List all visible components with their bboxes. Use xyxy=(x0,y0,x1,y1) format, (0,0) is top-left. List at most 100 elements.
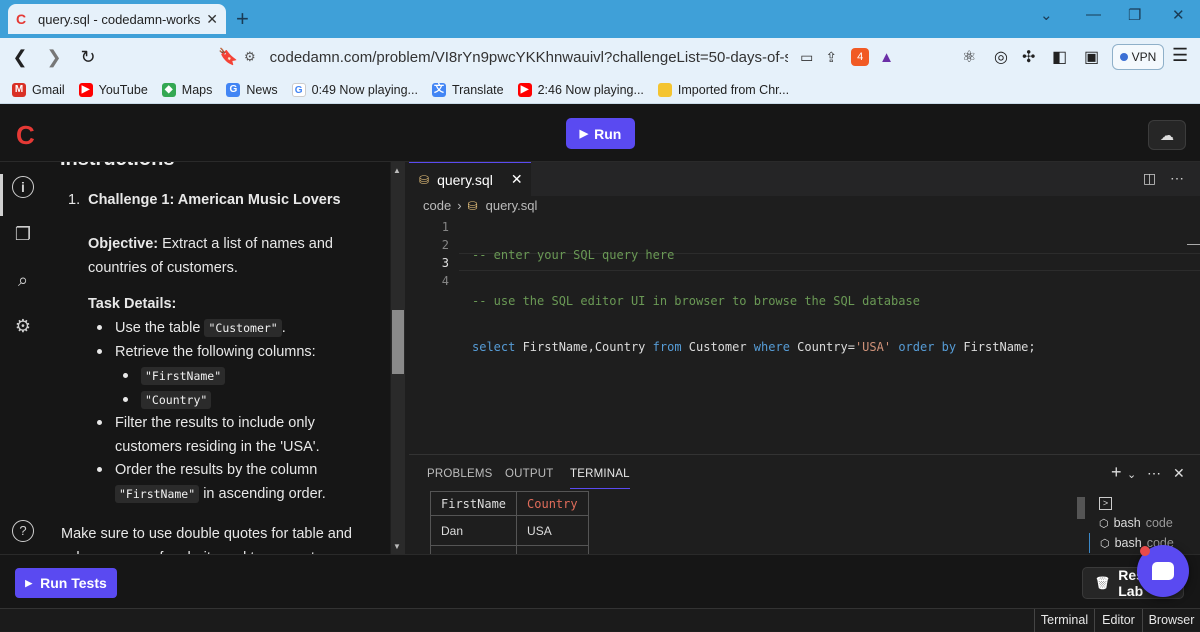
extensions-puzzle-icon[interactable]: ✣ xyxy=(1022,47,1035,67)
back-icon[interactable]: ❮ xyxy=(6,47,34,68)
share-icon[interactable]: ⇪ xyxy=(825,49,837,66)
bookmark-gmail[interactable]: M Gmail xyxy=(12,82,65,97)
task-item-order: Order the results by the column "FirstNa… xyxy=(115,462,326,503)
cloud-button[interactable]: ☁ xyxy=(1148,120,1186,150)
column-firstname: "FirstName" xyxy=(141,364,226,388)
split-editor-icon[interactable]: ◫ xyxy=(1143,170,1156,186)
bookmark-icon[interactable]: 🔖 xyxy=(214,47,242,67)
help-icon[interactable]: ? xyxy=(12,520,34,542)
more-actions-icon[interactable]: ⋯ xyxy=(1170,170,1184,186)
new-terminal-icon[interactable]: + xyxy=(1111,462,1122,483)
editor-tab-query-sql[interactable]: ⛁ query.sql ✕ xyxy=(409,162,531,196)
instructions-panel: Instructions 1.Challenge 1: American Mus… xyxy=(46,162,390,554)
terminal-prompt-icon-row[interactable]: > xyxy=(1089,493,1200,513)
editor-tab-label: query.sql xyxy=(437,171,493,188)
close-editor-tab-icon[interactable]: ✕ xyxy=(511,171,523,188)
wallet-icon[interactable]: ▣ xyxy=(1084,47,1099,67)
bullet xyxy=(97,325,102,330)
forward-icon[interactable]: ❯ xyxy=(40,47,68,68)
bookmark-now-playing-1[interactable]: G 0:49 Now playing... xyxy=(291,82,418,97)
breadcrumb: code › ⛁ query.sql xyxy=(423,198,537,213)
close-tab-icon[interactable]: ✕ xyxy=(206,11,218,28)
cast-icon[interactable]: ▭ xyxy=(800,49,813,66)
tab-search-chevron-icon[interactable]: ⌄ xyxy=(1040,6,1053,24)
react-devtools-icon[interactable]: ⚛ xyxy=(962,47,976,67)
translate-icon: 文 xyxy=(431,82,446,97)
browser-tab-title: query.sql - codedamn-workspac xyxy=(38,11,201,27)
maps-icon: ◆ xyxy=(161,82,176,97)
bookmark-maps[interactable]: ◆ Maps xyxy=(161,82,212,97)
chat-notification-dot xyxy=(1140,546,1150,556)
minimize-icon[interactable]: — xyxy=(1086,6,1101,23)
terminal-item-1[interactable]: ⬡ bash code xyxy=(1089,513,1200,533)
instructions-scrollbar[interactable]: ▲ ▼ xyxy=(391,162,405,554)
copy-files-icon[interactable]: ❐ xyxy=(11,222,35,246)
code-line-3[interactable]: select FirstName,Country from Customer w… xyxy=(472,338,1036,356)
bullet xyxy=(123,373,128,378)
panel-more-icon[interactable]: ⋯ xyxy=(1147,465,1161,482)
view-tab-editor[interactable]: Editor xyxy=(1094,609,1142,632)
line-number: 1 xyxy=(441,220,449,234)
reload-icon[interactable]: ↻ xyxy=(74,47,102,68)
run-tests-label: Run Tests xyxy=(40,575,107,591)
activity-rail: i ❐ ⌕ ⚙ ? xyxy=(0,162,46,554)
table-row: Dan USA xyxy=(429,515,589,546)
settings-gear-icon[interactable]: ⚙ xyxy=(11,314,35,338)
line-number: 2 xyxy=(441,238,449,252)
sidebar-toggle-icon[interactable]: ◧ xyxy=(1052,47,1067,67)
line-number: 3 xyxy=(441,256,449,270)
vpn-button[interactable]: VPN xyxy=(1112,44,1164,70)
browser-tab-bar: C query.sql - codedamn-workspac ✕ + ⌄ — … xyxy=(0,0,1200,38)
tab-terminal[interactable]: TERMINAL xyxy=(570,468,630,489)
close-window-icon[interactable]: ✕ xyxy=(1172,6,1185,24)
objective-text: Objective: Extract a list of names and c… xyxy=(88,236,333,276)
chevron-right-icon: › xyxy=(457,198,462,213)
view-tab-browser[interactable]: Browser xyxy=(1142,609,1200,632)
scroll-down-icon[interactable]: ▼ xyxy=(393,542,401,551)
cube-icon: ⬡ xyxy=(1100,537,1110,550)
search-icon[interactable]: ⌕ xyxy=(11,268,35,292)
view-tab-terminal[interactable]: Terminal xyxy=(1034,609,1094,632)
browser-menu-icon[interactable]: ☰ xyxy=(1172,45,1188,66)
chat-icon xyxy=(1152,562,1174,580)
address-bar[interactable]: ⚙ codedamn.com/problem/VI8rYn9pwcYKKhnwa… xyxy=(244,43,894,71)
bookmark-now-playing-2[interactable]: ▶ 2:46 Now playing... xyxy=(517,82,644,97)
breadcrumb-folder[interactable]: code xyxy=(423,198,451,213)
bookmark-youtube[interactable]: ▶ YouTube xyxy=(78,82,148,97)
bookmark-news[interactable]: G News xyxy=(226,82,278,97)
terminal-dropdown-icon[interactable]: ⌄ xyxy=(1127,468,1136,481)
bottom-action-bar: ▶ Run Tests 🗑 Reset Lab xyxy=(0,554,1200,608)
new-tab-icon[interactable]: + xyxy=(236,6,249,32)
terminal-list: > ⬡ bash code ⬡ bash code xyxy=(1089,493,1200,553)
run-label: Run xyxy=(594,125,622,142)
bookmark-imported-folder[interactable]: Imported from Chr... xyxy=(657,82,789,97)
tab-output[interactable]: OUTPUT xyxy=(505,468,553,480)
bookmark-translate[interactable]: 文 Translate xyxy=(431,82,504,97)
gmail-icon: M xyxy=(12,82,26,97)
minimap-slider[interactable] xyxy=(1187,244,1200,245)
info-icon[interactable]: i xyxy=(12,176,34,198)
code-line-2[interactable]: -- use the SQL editor UI in browser to b… xyxy=(472,292,1036,310)
tab-problems[interactable]: PROBLEMS xyxy=(427,468,493,480)
codedamn-logo[interactable]: C xyxy=(16,120,35,151)
bullet xyxy=(97,349,102,354)
scroll-up-icon[interactable]: ▲ xyxy=(393,166,401,175)
close-panel-icon[interactable]: ✕ xyxy=(1173,465,1185,482)
extension-circle-icon[interactable]: ◎ xyxy=(994,47,1008,67)
address-url[interactable]: codedamn.com/problem/VI8rYn9pwcYKKhnwaui… xyxy=(270,49,789,66)
code-area[interactable]: -- enter your SQL query here -- use the … xyxy=(472,218,1036,430)
brave-rewards-icon[interactable]: ▲ xyxy=(879,49,894,66)
code-line-1[interactable]: -- enter your SQL query here xyxy=(472,246,1036,264)
restore-icon[interactable]: ❐ xyxy=(1128,6,1141,24)
run-tests-button[interactable]: ▶ Run Tests xyxy=(15,568,117,598)
terminal-scrollbar[interactable] xyxy=(1077,497,1085,519)
site-settings-icon[interactable]: ⚙ xyxy=(244,49,256,65)
code-line-4[interactable] xyxy=(472,384,1036,402)
brave-shields-icon[interactable]: 4 xyxy=(851,48,870,66)
breadcrumb-file[interactable]: query.sql xyxy=(486,198,538,213)
vpn-status-icon xyxy=(1119,53,1128,61)
run-button[interactable]: ▶ Run xyxy=(566,118,635,149)
browser-tab-active[interactable]: C query.sql - codedamn-workspac ✕ xyxy=(8,4,226,34)
scrollbar-thumb[interactable] xyxy=(392,310,404,374)
bottom-panel: PROBLEMS OUTPUT TERMINAL + ⌄ ⋯ ✕ FirstNa… xyxy=(409,454,1200,560)
